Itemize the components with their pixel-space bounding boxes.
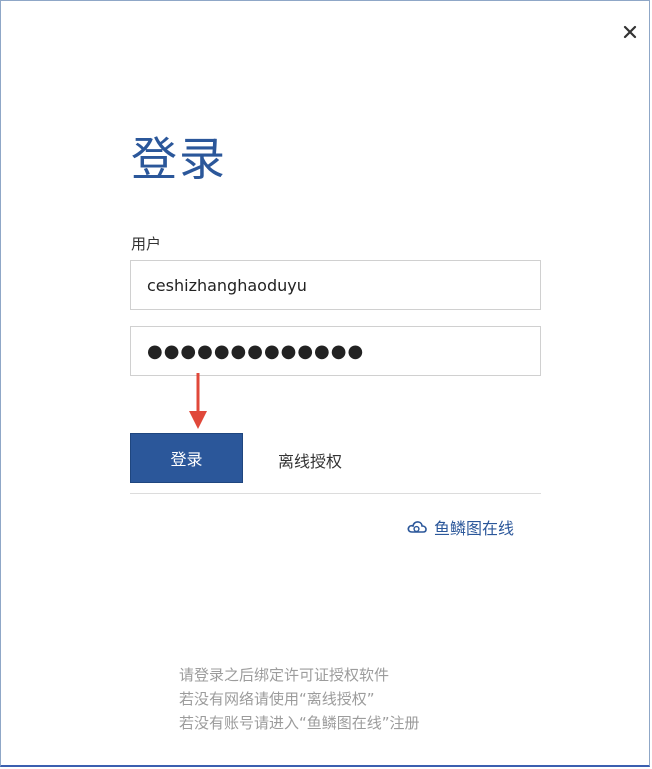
username-label: 用户 <box>131 235 162 253</box>
hint-line: 请登录之后绑定许可证授权软件 <box>179 666 390 684</box>
password-value: ●●●●●●●●●●●●● <box>147 340 365 362</box>
hint-line: 若没有账号请进入“鱼鳞图在线”注册 <box>179 714 420 732</box>
online-label: 鱼鳞图在线 <box>433 519 514 538</box>
password-input[interactable]: ●●●●●●●●●●●●● <box>130 326 541 376</box>
cloud-icon <box>407 521 427 533</box>
close-icon[interactable] <box>621 23 639 41</box>
offline-auth-link[interactable]: 离线授权 <box>278 448 342 472</box>
username-input[interactable]: ceshizhanghaoduyu <box>130 260 541 310</box>
divider <box>130 493 541 494</box>
hint-text-block: 请登录之后绑定许可证授权软件 若没有网络请使用“离线授权” 若没有账号请进入“鱼… <box>179 663 420 735</box>
hint-line: 若没有网络请使用“离线授权” <box>179 690 375 708</box>
red-arrow-annotation <box>189 373 207 429</box>
login-dialog: 登录 用户 ceshizhanghaoduyu ●●●●●●●●●●●●● 登录… <box>0 0 650 767</box>
page-title: 登录 <box>131 132 227 186</box>
username-value: ceshizhanghaoduyu <box>147 275 307 295</box>
online-link[interactable]: 鱼鳞图在线 <box>406 515 514 539</box>
login-button[interactable]: 登录 <box>130 433 243 483</box>
